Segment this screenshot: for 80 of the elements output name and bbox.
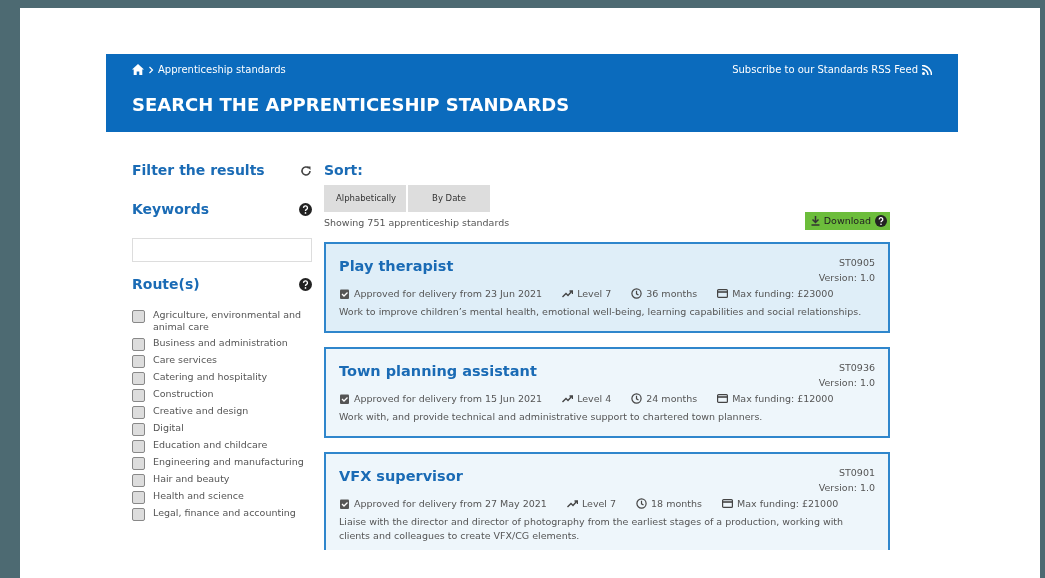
rss-link[interactable]: Subscribe to our Standards RSS Feed xyxy=(732,62,918,77)
clock-icon xyxy=(631,393,643,405)
checkbox[interactable] xyxy=(132,456,145,470)
meta-text: Approved for delivery from 15 Jun 2021 xyxy=(354,391,543,406)
meta-text: 36 months xyxy=(646,286,698,301)
result-title[interactable]: Town planning assistant xyxy=(339,361,537,383)
card-icon xyxy=(717,393,729,405)
clipboard-check-icon xyxy=(339,288,350,300)
sort-label: Sort: xyxy=(324,161,364,180)
keywords-label: Keywords xyxy=(132,200,210,219)
clock-icon xyxy=(631,288,643,300)
route-label: Catering and hospitality xyxy=(153,370,268,384)
version-label: Version: 1.0 xyxy=(818,375,875,390)
meta-text: Max funding: £12000 xyxy=(732,391,834,406)
standard-code: ST0905 xyxy=(838,256,875,271)
home-icon[interactable] xyxy=(132,64,144,75)
checkbox[interactable] xyxy=(132,337,145,351)
checkbox[interactable] xyxy=(132,310,145,323)
meta-text: Level 4 xyxy=(577,391,612,406)
result-description: Work with, and provide technical and administrative support to chartered town planners. xyxy=(339,410,764,424)
meta-text: Level 7 xyxy=(581,496,617,511)
help-icon[interactable] xyxy=(299,203,312,216)
trend-icon xyxy=(566,498,578,510)
download-icon xyxy=(810,216,820,227)
meta-text: Approved for delivery from 27 May 2021 xyxy=(354,496,547,511)
checkbox[interactable] xyxy=(132,388,145,402)
clock-icon xyxy=(636,498,648,510)
help-icon[interactable] xyxy=(299,278,312,291)
trend-icon xyxy=(562,288,574,300)
meta-text: 18 months xyxy=(651,496,702,511)
result-description: Liaise with the director and director of photography from the earliest stages of a production, working with clients and colleagues to create VFX/CG elements. xyxy=(339,515,845,544)
meta-text: Approved for delivery from 23 Jun 2021 xyxy=(354,286,543,301)
breadcrumb-link[interactable]: Apprenticeship standards xyxy=(158,62,286,77)
route-label: Health and science xyxy=(153,489,244,503)
route-label: Construction xyxy=(153,387,214,401)
result-count: Showing 751 apprenticeship standards xyxy=(324,216,510,230)
checkbox[interactable] xyxy=(132,507,145,521)
version-label: Version: 1.0 xyxy=(818,480,875,495)
sort-button[interactable]: Alphabetically xyxy=(324,185,406,212)
card-icon xyxy=(717,288,729,300)
standard-code: ST0936 xyxy=(838,361,875,376)
trend-icon xyxy=(562,393,574,405)
rss-icon xyxy=(922,64,932,75)
route-label: Education and childcare xyxy=(153,438,268,452)
route-label: Business and administration xyxy=(153,336,288,350)
route-label: Hair and beauty xyxy=(153,472,230,486)
filter-heading: Filter the results xyxy=(132,161,265,180)
clipboard-check-icon xyxy=(339,393,350,405)
meta-text: Max funding: £23000 xyxy=(732,286,834,301)
keywords-field[interactable] xyxy=(132,238,312,262)
sort-button[interactable]: By Date xyxy=(408,185,490,212)
routes-label: Route(s) xyxy=(132,275,200,294)
route-label: Creative and design xyxy=(153,404,249,418)
checkbox[interactable] xyxy=(132,422,145,436)
checkbox[interactable] xyxy=(132,371,145,385)
meta-text: 24 months xyxy=(646,391,698,406)
result-title[interactable]: Play therapist xyxy=(339,256,454,278)
meta-text: Max funding: £21000 xyxy=(736,496,839,511)
checkbox[interactable] xyxy=(132,405,145,419)
chevron-icon xyxy=(148,65,154,74)
checkbox[interactable] xyxy=(132,490,145,504)
result-title[interactable]: VFX supervisor xyxy=(339,466,463,488)
checkbox[interactable] xyxy=(132,439,145,453)
meta-text: Level 7 xyxy=(577,286,612,301)
version-label: Version: 1.0 xyxy=(818,270,875,285)
reset-icon[interactable] xyxy=(300,164,312,177)
checkbox[interactable] xyxy=(132,354,145,368)
result-description: Work to improve children’s mental health, emotional well-being, learning capabilities and social relationships. xyxy=(339,305,863,319)
help-icon xyxy=(875,215,887,228)
route-label: Agriculture, environmental and animal care xyxy=(153,309,303,334)
route-label: Digital xyxy=(153,421,184,435)
page-title: SEARCH THE APPRENTICESHIP STANDARDS xyxy=(132,93,571,117)
route-label: Legal, finance and accounting xyxy=(153,506,296,520)
route-label: Care services xyxy=(153,353,217,367)
route-label: Engineering and manufacturing xyxy=(153,455,304,469)
checkbox[interactable] xyxy=(132,473,145,487)
card-icon xyxy=(721,498,733,510)
download-button[interactable]: Download xyxy=(804,212,890,231)
clipboard-check-icon xyxy=(339,498,350,510)
standard-code: ST0901 xyxy=(838,466,875,481)
